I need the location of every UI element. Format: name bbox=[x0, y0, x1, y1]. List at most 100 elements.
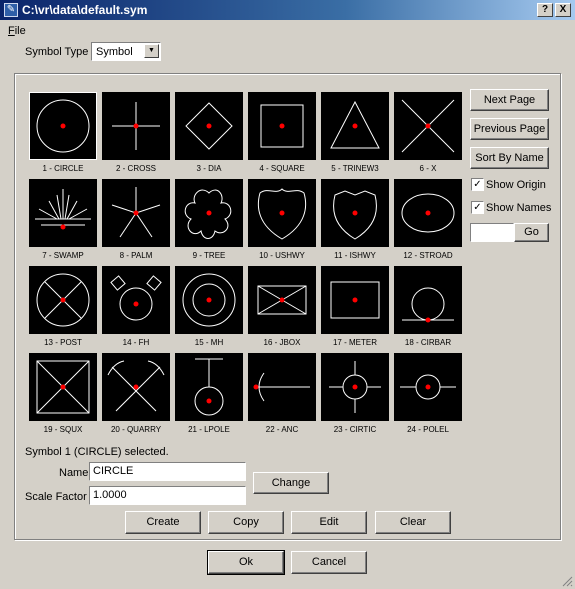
symbol-preview[interactable] bbox=[102, 92, 170, 160]
origin-dot bbox=[133, 123, 139, 129]
symbol-preview[interactable] bbox=[102, 179, 170, 247]
next-page-button[interactable]: Next Page bbox=[470, 89, 549, 111]
symbol-tile[interactable]: 4 - SQUARE bbox=[248, 92, 316, 173]
symbol-preview[interactable] bbox=[175, 92, 243, 160]
symbol-label: 9 - TREE bbox=[192, 251, 226, 260]
symbol-preview[interactable] bbox=[29, 92, 97, 160]
symbol-tile[interactable]: 10 - USHWY bbox=[248, 179, 316, 260]
symbol-icon bbox=[257, 188, 307, 240]
symbol-label: 16 - JBOX bbox=[263, 338, 301, 347]
ok-button[interactable]: Ok bbox=[207, 550, 285, 575]
symbol-label: 12 - STROAD bbox=[403, 251, 453, 260]
change-button[interactable]: Change bbox=[253, 472, 329, 494]
symbol-preview[interactable] bbox=[248, 266, 316, 334]
close-button[interactable]: X bbox=[555, 3, 571, 17]
goto-symbol-input[interactable] bbox=[470, 223, 514, 242]
symbol-tile[interactable]: 8 - PALM bbox=[102, 179, 170, 260]
title-bar[interactable]: ✎ C:\vr\data\default.sym ? X bbox=[0, 0, 575, 20]
symbol-preview[interactable] bbox=[29, 179, 97, 247]
symbol-preview[interactable] bbox=[175, 179, 243, 247]
edit-button[interactable]: Edit bbox=[291, 511, 367, 534]
symbol-icon bbox=[184, 189, 232, 239]
cancel-button[interactable]: Cancel bbox=[291, 551, 367, 574]
symbol-tile[interactable]: 1 - CIRCLE bbox=[29, 92, 97, 173]
origin-dot bbox=[279, 210, 285, 216]
symbol-icon bbox=[333, 190, 377, 240]
symbol-tile[interactable]: 18 - CIRBAR bbox=[394, 266, 462, 347]
symbol-icon bbox=[402, 287, 454, 323]
origin-dot bbox=[425, 123, 431, 129]
symbol-preview[interactable] bbox=[175, 353, 243, 421]
sort-by-name-button[interactable]: Sort By Name bbox=[470, 147, 549, 169]
symbol-tile[interactable]: 2 - CROSS bbox=[102, 92, 170, 173]
symbol-tile[interactable]: 20 - QUARRY bbox=[102, 353, 170, 434]
symbol-preview[interactable] bbox=[102, 266, 170, 334]
go-button[interactable]: Go bbox=[514, 223, 549, 242]
symbol-icon bbox=[185, 102, 233, 150]
origin-dot bbox=[60, 384, 66, 390]
symbol-preview[interactable] bbox=[29, 353, 97, 421]
scale-factor-field[interactable]: 1.0000 bbox=[89, 486, 246, 505]
show-origin-checkbox[interactable]: ✓ bbox=[471, 178, 484, 191]
scale-factor-label: Scale Factor bbox=[25, 491, 87, 503]
symbol-tile[interactable]: 24 - POLEL bbox=[394, 353, 462, 434]
symbol-label: 2 - CROSS bbox=[115, 164, 156, 173]
symbol-preview[interactable] bbox=[394, 353, 462, 421]
symbol-tile[interactable]: 19 - SQUX bbox=[29, 353, 97, 434]
symbol-icon bbox=[107, 360, 165, 412]
symbol-tile[interactable]: 7 - SWAMP bbox=[29, 179, 97, 260]
symbol-icon bbox=[330, 281, 380, 319]
symbol-label: 7 - SWAMP bbox=[42, 251, 84, 260]
symbol-preview[interactable] bbox=[248, 353, 316, 421]
symbol-preview[interactable] bbox=[321, 92, 389, 160]
menu-bar: File bbox=[0, 22, 575, 39]
symbol-icon bbox=[257, 285, 307, 315]
origin-dot bbox=[253, 384, 259, 390]
show-names-checkbox[interactable]: ✓ bbox=[471, 201, 484, 214]
symbol-type-select[interactable]: Symbol ▼ bbox=[91, 42, 161, 61]
app-icon: ✎ bbox=[4, 3, 18, 17]
symbol-tile[interactable]: 13 - POST bbox=[29, 266, 97, 347]
symbol-tile[interactable]: 17 - METER bbox=[321, 266, 389, 347]
symbol-preview[interactable] bbox=[29, 266, 97, 334]
symbol-tile[interactable]: 23 - CIRTIC bbox=[321, 353, 389, 434]
menu-file[interactable]: File bbox=[8, 25, 26, 37]
symbol-preview[interactable] bbox=[394, 179, 462, 247]
clear-button[interactable]: Clear bbox=[375, 511, 451, 534]
origin-dot bbox=[206, 210, 212, 216]
symbol-tile[interactable]: 16 - JBOX bbox=[248, 266, 316, 347]
symbol-tile[interactable]: 22 - ANC bbox=[248, 353, 316, 434]
symbol-tile[interactable]: 15 - MH bbox=[175, 266, 243, 347]
symbol-preview[interactable] bbox=[321, 179, 389, 247]
help-button[interactable]: ? bbox=[537, 3, 553, 17]
chevron-down-icon[interactable]: ▼ bbox=[144, 44, 159, 58]
name-field[interactable]: CIRCLE bbox=[89, 462, 246, 481]
resize-grip-icon[interactable] bbox=[561, 575, 573, 587]
symbol-preview[interactable] bbox=[321, 353, 389, 421]
symbol-tile[interactable]: 3 - DIA bbox=[175, 92, 243, 173]
copy-button[interactable]: Copy bbox=[208, 511, 284, 534]
symbol-preview[interactable] bbox=[394, 266, 462, 334]
symbol-label: 8 - PALM bbox=[119, 251, 153, 260]
symbol-type-value: Symbol bbox=[96, 46, 133, 58]
symbol-preview[interactable] bbox=[248, 179, 316, 247]
symbol-label: 21 - LPOLE bbox=[188, 425, 230, 434]
symbol-tile[interactable]: 11 - ISHWY bbox=[321, 179, 389, 260]
symbol-tile[interactable]: 21 - LPOLE bbox=[175, 353, 243, 434]
symbol-preview[interactable] bbox=[248, 92, 316, 160]
previous-page-button[interactable]: Previous Page bbox=[470, 118, 549, 140]
symbol-label: 13 - POST bbox=[44, 338, 82, 347]
symbol-tile[interactable]: 9 - TREE bbox=[175, 179, 243, 260]
create-button[interactable]: Create bbox=[125, 511, 201, 534]
symbol-preview[interactable] bbox=[102, 353, 170, 421]
symbol-preview[interactable] bbox=[321, 266, 389, 334]
symbol-tile[interactable]: 5 - TRINEW3 bbox=[321, 92, 389, 173]
symbol-tile[interactable]: 12 - STROAD bbox=[394, 179, 462, 260]
symbol-preview[interactable] bbox=[394, 92, 462, 160]
symbol-tile[interactable]: 14 - FH bbox=[102, 266, 170, 347]
origin-dot bbox=[60, 224, 66, 230]
symbol-icon bbox=[111, 187, 161, 238]
symbol-tile[interactable]: 6 - X bbox=[394, 92, 462, 173]
symbol-preview[interactable] bbox=[175, 266, 243, 334]
symbol-type-label: Symbol Type bbox=[25, 46, 89, 58]
